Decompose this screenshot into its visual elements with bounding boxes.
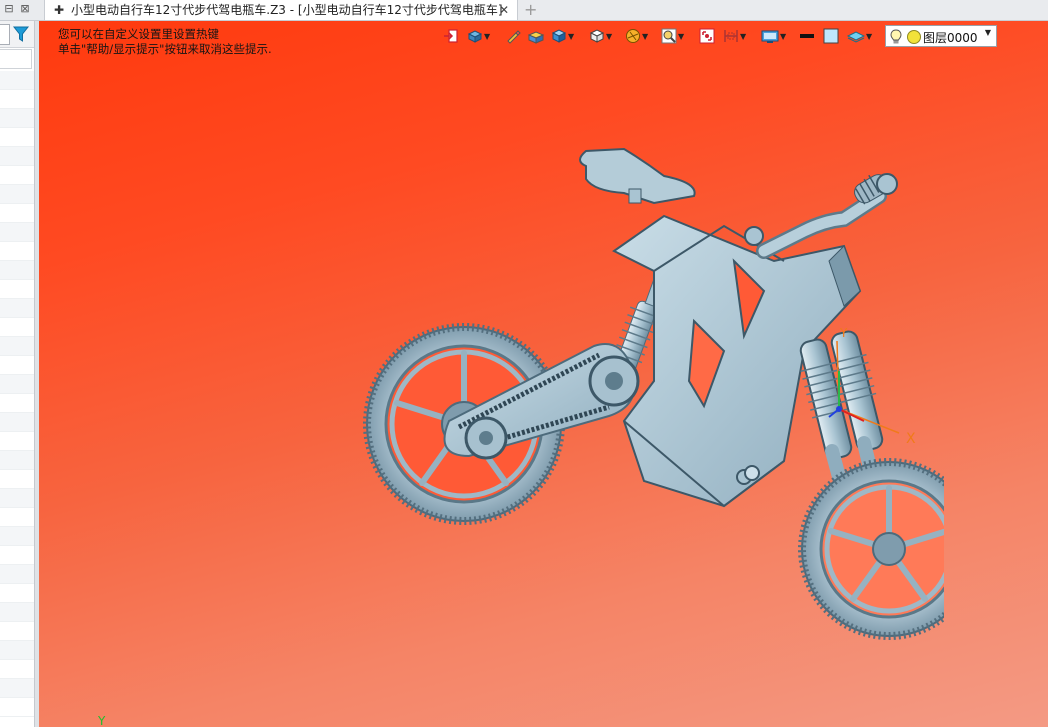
sketch-button[interactable]: [505, 26, 521, 46]
new-tab-button[interactable]: +: [524, 0, 537, 20]
shaded-button[interactable]: ▼: [551, 26, 574, 46]
left-panel: [0, 21, 34, 727]
line-color-button[interactable]: [799, 26, 815, 46]
list-item[interactable]: [0, 299, 34, 318]
layer-selector[interactable]: 图层0000 ▼: [885, 25, 997, 47]
list-item[interactable]: [0, 375, 34, 394]
list-item[interactable]: [0, 489, 34, 508]
layer-manager-button[interactable]: ▼: [847, 26, 872, 46]
bike-model[interactable]: X Y: [324, 121, 944, 646]
list-item[interactable]: [0, 698, 34, 717]
layer-dropdown-arrow[interactable]: ▼: [985, 28, 991, 37]
shaded-cube-icon: [551, 29, 567, 43]
layer-manager-icon: [847, 31, 865, 43]
world-axis-y-label: Y: [98, 714, 106, 727]
zoom-icon: [661, 28, 677, 44]
list-item[interactable]: [0, 223, 34, 242]
display-mode-icon: [626, 29, 640, 43]
box-render-icon: [527, 31, 545, 44]
front-wheel: [798, 458, 944, 640]
view-toolbar: ▼ ▼ ▼ ▼ ▼ ▼ ▼ ▼ 图层0000 ▼: [443, 24, 1003, 48]
triad-y-label: Y: [839, 326, 848, 340]
list-item[interactable]: [0, 128, 34, 147]
seat: [579, 147, 696, 205]
left-panel-header: [0, 21, 34, 48]
list-item[interactable]: [0, 679, 34, 698]
graphics-viewport[interactable]: 您可以在自定义设置里设置热键 单击"帮助/显示提示"按钮来取消这些提示. ▼ ▼…: [39, 21, 1048, 727]
history-list: [0, 71, 34, 717]
face-color-button[interactable]: [823, 26, 839, 46]
layer-color-dot: [907, 30, 921, 44]
zoom-button[interactable]: ▼: [661, 26, 684, 46]
list-item[interactable]: [0, 147, 34, 166]
hint-line-1: 您可以在自定义设置里设置热键: [58, 27, 219, 41]
close-tab-icon[interactable]: ✕: [499, 0, 509, 20]
list-item[interactable]: [0, 318, 34, 337]
document-tab-title: 小型电动自行车12寸代步代驾电瓶车.Z3 - [小型电动自行车12寸代步代驾电瓶…: [71, 3, 503, 17]
list-item[interactable]: [0, 394, 34, 413]
lightbulb-icon[interactable]: [890, 29, 902, 45]
list-item[interactable]: [0, 90, 34, 109]
list-item[interactable]: [0, 261, 34, 280]
camera-icon: [761, 30, 779, 43]
list-item[interactable]: [0, 71, 34, 90]
document-tab-icon: ✚: [54, 3, 65, 17]
hint-line-2: 单击"帮助/显示提示"按钮来取消这些提示.: [58, 42, 272, 56]
view-cube-button[interactable]: ▼: [589, 26, 612, 46]
list-item[interactable]: [0, 185, 34, 204]
close-panel-icon[interactable]: ⊠: [18, 2, 32, 16]
list-item[interactable]: [0, 451, 34, 470]
section-icon: [724, 30, 738, 42]
list-item[interactable]: [0, 584, 34, 603]
triad-x-label: X: [906, 431, 916, 447]
list-item[interactable]: [0, 356, 34, 375]
list-item[interactable]: [0, 470, 34, 489]
view-orient-button[interactable]: ▼: [467, 26, 490, 46]
camera-button[interactable]: ▼: [761, 26, 786, 46]
list-item[interactable]: [0, 204, 34, 223]
face-color-icon: [823, 28, 839, 44]
render-box-button[interactable]: [527, 26, 545, 46]
filter-icon[interactable]: [12, 25, 30, 43]
list-item[interactable]: [0, 527, 34, 546]
list-item[interactable]: [0, 508, 34, 527]
restore-panel-icon[interactable]: ⊟: [2, 2, 16, 16]
list-item[interactable]: [0, 565, 34, 584]
panel-search-field[interactable]: [0, 49, 32, 69]
handlebar: [744, 173, 898, 259]
line-color-icon: [800, 34, 814, 38]
pen-icon: [507, 30, 521, 44]
list-item[interactable]: [0, 280, 34, 299]
fit-view-icon: [699, 28, 715, 44]
document-tab-bar: ⊟ ⊠ ✚ 小型电动自行车12寸代步代驾电瓶车.Z3 - [小型电动自行车12寸…: [0, 0, 1048, 21]
layer-name: 图层0000: [923, 31, 978, 45]
list-item[interactable]: [0, 242, 34, 261]
list-item[interactable]: [0, 432, 34, 451]
list-item[interactable]: [0, 337, 34, 356]
view-cube-icon: [589, 29, 605, 43]
list-item[interactable]: [0, 166, 34, 185]
view-orient-icon: [467, 30, 483, 43]
list-item[interactable]: [0, 641, 34, 660]
exit-icon: [444, 29, 458, 43]
list-item[interactable]: [0, 603, 34, 622]
display-mode-button[interactable]: ▼: [625, 26, 648, 46]
list-item[interactable]: [0, 109, 34, 128]
list-item[interactable]: [0, 546, 34, 565]
list-item[interactable]: [0, 413, 34, 432]
fit-view-button[interactable]: [699, 26, 715, 46]
list-item[interactable]: [0, 622, 34, 641]
exit-button[interactable]: [443, 26, 459, 46]
document-tab[interactable]: ✚ 小型电动自行车12寸代步代驾电瓶车.Z3 - [小型电动自行车12寸代步代驾…: [44, 0, 518, 20]
section-button[interactable]: ▼: [723, 26, 746, 46]
panel-dropdown[interactable]: [0, 24, 10, 45]
list-item[interactable]: [0, 660, 34, 679]
